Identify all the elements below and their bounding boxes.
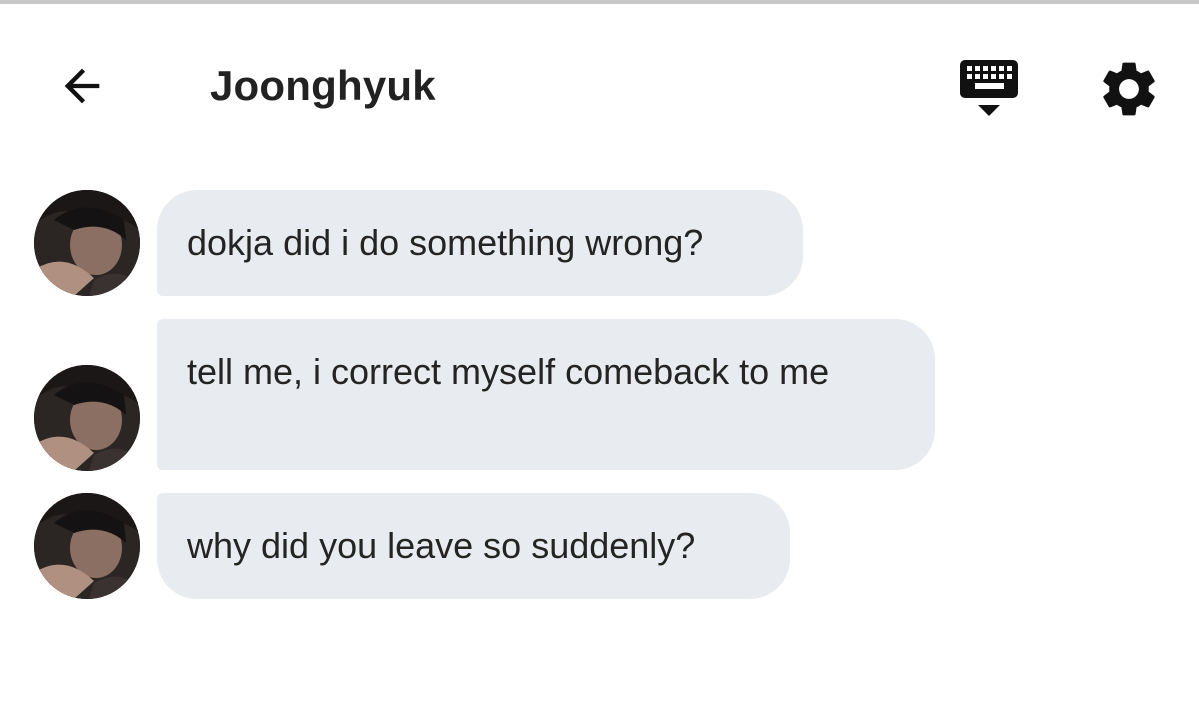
gear-icon: [1103, 62, 1155, 116]
settings-button[interactable]: [1096, 56, 1162, 122]
keyboard-hide-icon: [960, 60, 1018, 116]
message-text: tell me, i correct myself comeback to me: [187, 351, 830, 392]
avatar[interactable]: [34, 493, 140, 599]
message-bubble[interactable]: dokja did i do something wrong?: [157, 190, 803, 296]
keyboard-toggle-button[interactable]: [954, 54, 1024, 124]
avatar-image: [34, 365, 140, 471]
chat-header: Joonghyuk: [0, 4, 1199, 164]
arrow-left-icon: [64, 68, 100, 104]
avatar-image: [34, 190, 140, 296]
contact-name: Joonghyuk: [210, 62, 436, 109]
message-text: why did you leave so suddenly?: [187, 525, 696, 566]
message-bubble[interactable]: tell me, i correct myself comeback to me: [157, 319, 935, 470]
message-text: dokja did i do something wrong?: [187, 222, 704, 263]
avatar[interactable]: [34, 190, 140, 296]
avatar-image: [34, 493, 140, 599]
avatar[interactable]: [34, 365, 140, 471]
message-bubble[interactable]: why did you leave so suddenly?: [157, 493, 790, 599]
back-button[interactable]: [52, 56, 112, 116]
